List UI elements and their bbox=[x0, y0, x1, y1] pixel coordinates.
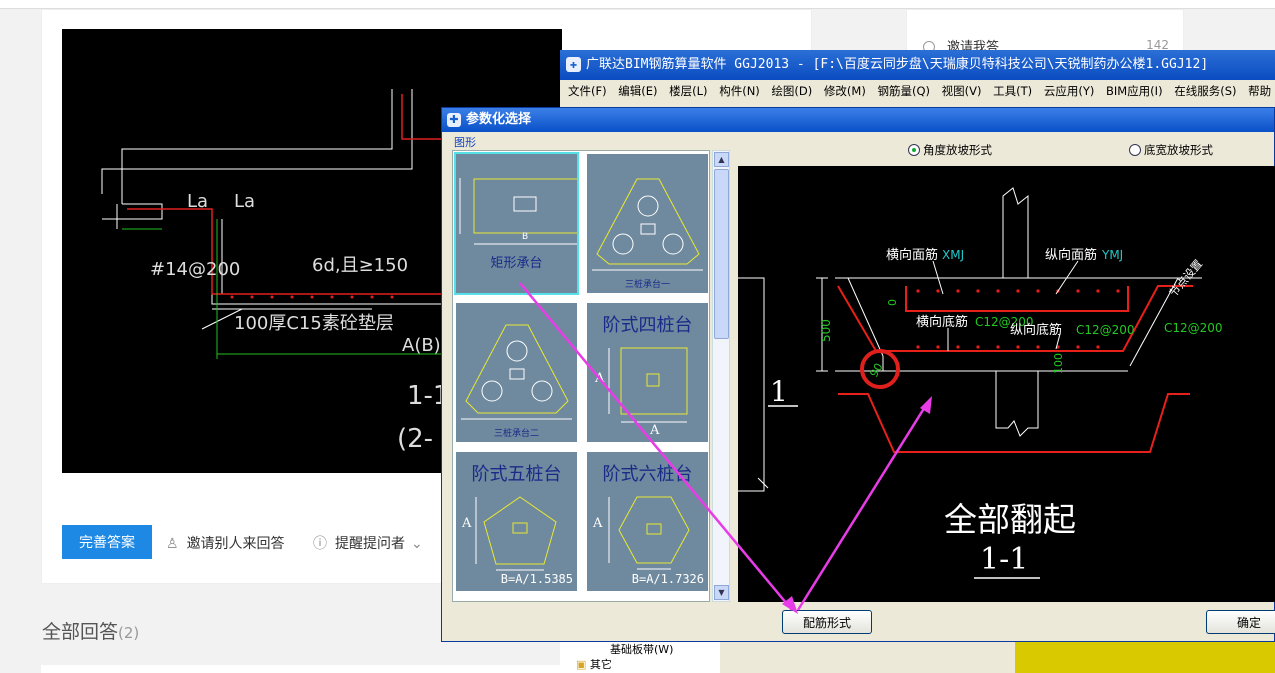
invite-others-link[interactable]: ♙ 邀请别人来回答 bbox=[166, 533, 285, 553]
radio-unchecked-icon bbox=[1129, 144, 1141, 156]
shape-label: 三桩承台二 bbox=[493, 429, 539, 439]
menu-floor[interactable]: 楼层(L) bbox=[669, 84, 707, 98]
cad-text-section2: (2- bbox=[397, 424, 433, 454]
shape-tile-rect-cap[interactable]: B 矩形承台 bbox=[454, 152, 579, 295]
menu-online[interactable]: 在线服务(S) bbox=[1174, 84, 1236, 98]
chevron-down-icon: ⌄ bbox=[411, 536, 423, 552]
ggj-title-text: 广联达BIM钢筋算量软件 GGJ2013 - [F:\百度云同步盘\天瑞康贝特科… bbox=[586, 57, 1209, 72]
code-top-horizontal: XMJ bbox=[942, 248, 964, 262]
shape-tile-three-pile-1[interactable]: 三桩承台一 bbox=[585, 152, 709, 295]
dialog-title-bar[interactable]: ✚ 参数化选择 bbox=[442, 108, 1274, 132]
tree-item-other[interactable]: ▣ 其它 bbox=[576, 656, 612, 672]
invite-others-label: 邀请别人来回答 bbox=[186, 536, 285, 552]
tree-item-other-label: 其它 bbox=[589, 658, 612, 671]
menu-component[interactable]: 构件(N) bbox=[719, 84, 760, 98]
info-icon: ⓘ bbox=[313, 536, 327, 552]
shape-group-label: 图形 bbox=[454, 136, 476, 149]
shape-label: 矩形承台 bbox=[490, 256, 543, 271]
answers-title: 全部回答 bbox=[42, 621, 119, 643]
slope-form-options: 角度放坡形式 底宽放坡形式 bbox=[738, 136, 1275, 164]
label-bottom-vertical: 纵向底筋 bbox=[1010, 322, 1062, 338]
remind-asker-label: 提醒提问者 bbox=[335, 536, 405, 552]
menu-tools[interactable]: 工具(T) bbox=[993, 84, 1032, 98]
shape-label: 阶式四桩台 bbox=[602, 315, 693, 336]
shape-label: 阶式五桩台 bbox=[471, 464, 562, 485]
app-logo-icon: ✚ bbox=[566, 57, 581, 72]
section-mark: 1 bbox=[770, 375, 788, 408]
rect-cap-shape bbox=[459, 178, 577, 245]
cad-text-cushion: 100厚C15素砼垫层 bbox=[234, 313, 394, 334]
menu-modify[interactable]: 修改(M) bbox=[824, 84, 866, 98]
dim-a-label: A bbox=[593, 516, 603, 531]
person-icon: ♙ bbox=[166, 536, 179, 552]
tree-item-foundation-strip[interactable]: 基础板带(W) bbox=[610, 641, 673, 657]
spec-right: C12@200 bbox=[1164, 321, 1223, 335]
shape-list-scrollbar[interactable]: ▲ ▼ bbox=[712, 150, 730, 602]
folder-icon: ▣ bbox=[576, 658, 590, 671]
ggj-title-bar[interactable]: ✚ 广联达BIM钢筋算量软件 GGJ2013 - [F:\百度云同步盘\天瑞康贝… bbox=[560, 50, 1275, 80]
menu-file[interactable]: 文件(F) bbox=[568, 84, 607, 98]
cad-text-la1: La bbox=[187, 191, 208, 212]
menu-view[interactable]: 视图(V) bbox=[942, 84, 982, 98]
radio-bottom-width-slope-label: 底宽放坡形式 bbox=[1144, 143, 1213, 157]
dim-a-label: A bbox=[650, 423, 660, 438]
dim-a-label: A bbox=[462, 516, 472, 531]
three-pile-shape bbox=[592, 178, 703, 271]
app-logo-icon: ✚ bbox=[447, 113, 461, 127]
browser-top-strip bbox=[0, 0, 1275, 9]
menu-draw[interactable]: 绘图(D) bbox=[771, 84, 812, 98]
menu-bim[interactable]: BIM应用(I) bbox=[1106, 84, 1163, 98]
spec-bottom-vertical: C12@200 bbox=[1076, 323, 1135, 337]
cad-text-la2: La bbox=[234, 191, 255, 212]
scroll-up-icon[interactable]: ▲ bbox=[714, 152, 729, 167]
cad-text-axis: A(B) bbox=[402, 335, 441, 356]
cad-text-anchor: 6d,且≥150 bbox=[312, 255, 408, 276]
rebar-form-button[interactable]: 配筋形式 bbox=[782, 610, 872, 634]
drawing-area bbox=[1015, 640, 1275, 673]
label-bottom-horizontal: 横向底筋 bbox=[916, 314, 968, 330]
code-top-vertical: YMJ bbox=[1101, 248, 1123, 262]
dim-500: 500 bbox=[819, 319, 833, 342]
ggj-menu-bar: 文件(F) 编辑(E) 楼层(L) 构件(N) 绘图(D) 修改(M) 钢筋量(… bbox=[560, 80, 1275, 102]
scroll-thumb[interactable] bbox=[714, 169, 729, 339]
radio-checked-icon bbox=[908, 144, 920, 156]
label-top-vertical: 纵向面筋 bbox=[1045, 247, 1097, 263]
complete-answer-button[interactable]: 完善答案 bbox=[62, 525, 152, 559]
menu-rebar-quantity[interactable]: 钢筋量(Q) bbox=[877, 84, 930, 98]
shape-list: B 矩形承台 三桩承台一 三桩承台二 A A 阶式四桩台 A 阶式五桩台 B=A… bbox=[452, 150, 710, 602]
answers-heading: 全部回答(2) bbox=[42, 617, 139, 644]
shape-tile-stepped-four-pile[interactable]: A A 阶式四桩台 bbox=[585, 301, 709, 444]
three-pile-shape bbox=[461, 324, 572, 420]
menu-cloud[interactable]: 云应用(Y) bbox=[1044, 84, 1095, 98]
menu-edit[interactable]: 编辑(E) bbox=[618, 84, 657, 98]
shape-label: 阶式六桩台 bbox=[602, 464, 693, 485]
radio-bottom-width-slope[interactable]: 底宽放坡形式 bbox=[1129, 142, 1213, 158]
shape-tile-stepped-six-pile[interactable]: A 阶式六桩台 B=A/1.7326 bbox=[585, 450, 709, 593]
dim-a-label: A bbox=[595, 371, 605, 386]
ok-button[interactable]: 确定 bbox=[1206, 610, 1275, 634]
dim-0: 0 bbox=[886, 299, 899, 306]
shape-formula: B=A/1.5385 bbox=[500, 572, 573, 586]
radio-angle-slope[interactable]: 角度放坡形式 bbox=[908, 142, 992, 158]
remind-asker-link[interactable]: ⓘ 提醒提问者 ⌄ bbox=[313, 533, 431, 553]
cad-text-rebar: #14@200 bbox=[150, 259, 240, 280]
preview-section-title: 1-1 bbox=[980, 542, 1028, 577]
preview-caption: 全部翻起 bbox=[944, 500, 1076, 539]
shape-tile-stepped-five-pile[interactable]: A 阶式五桩台 B=A/1.5385 bbox=[454, 450, 579, 593]
shape-tile-three-pile-2[interactable]: 三桩承台二 bbox=[454, 301, 579, 444]
answers-count: (2) bbox=[118, 624, 140, 642]
shape-label: 三桩承台一 bbox=[624, 280, 670, 290]
dim-b-label: B bbox=[522, 232, 529, 242]
label-top-horizontal: 横向面筋 bbox=[886, 247, 938, 263]
param-select-dialog: ✚ 参数化选择 图形 B 矩形承台 三桩承台一 三桩承台二 A A 阶式四桩台 … bbox=[441, 107, 1275, 642]
radio-angle-slope-label: 角度放坡形式 bbox=[923, 143, 992, 157]
dim-100: 100 bbox=[1052, 353, 1065, 374]
scroll-down-icon[interactable]: ▼ bbox=[714, 585, 729, 600]
screenshot-root: La La #14@200 6d,且≥150 100厚C15素砼垫层 A(B) … bbox=[0, 0, 1275, 673]
rebar-preview-canvas: 横向面筋 XMJ 纵向面筋 YMJ 横向底筋 C12@200 纵向底筋 C12@… bbox=[738, 166, 1275, 602]
menu-help[interactable]: 帮助 bbox=[1248, 84, 1271, 98]
dialog-title: 参数化选择 bbox=[466, 112, 532, 127]
shape-formula: B=A/1.7326 bbox=[631, 572, 704, 586]
